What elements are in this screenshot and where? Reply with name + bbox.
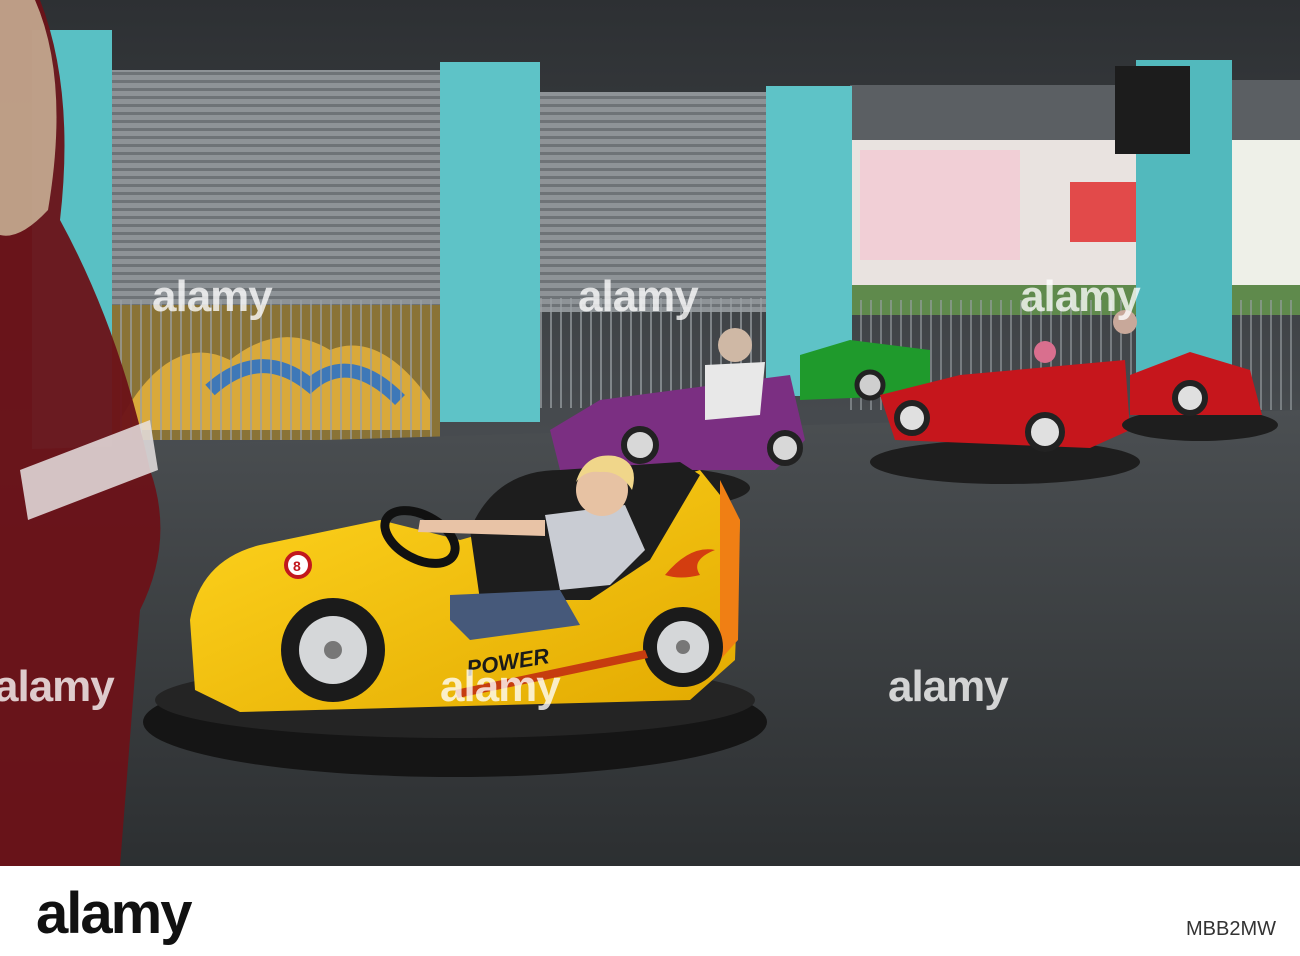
adult-rider [705, 362, 765, 420]
outside-mural [860, 150, 1020, 260]
pillar [440, 62, 540, 422]
bumper-cars-photo: POWER 8 [0, 0, 1300, 866]
red-car-bumper [870, 440, 1140, 484]
outside-sign [1070, 182, 1140, 242]
watermark: alamy [440, 662, 561, 711]
watermark: alamy [1020, 272, 1141, 321]
adult-rider-head [718, 328, 752, 362]
watermark: alamy [888, 662, 1009, 711]
overhead-beam [850, 85, 1140, 145]
watermark: alamy [578, 272, 699, 321]
stock-footer-bar: alamy MBB2MW [0, 866, 1300, 956]
loudspeaker [1115, 66, 1190, 154]
watermark: alamy [152, 272, 273, 321]
outside-opening-right [1232, 140, 1300, 300]
image-id-label: MBB2MW [1186, 918, 1276, 940]
watermark: alamy [0, 662, 115, 711]
stock-photo-page: POWER 8 alamy alamy alamy alamy alamy al… [0, 0, 1300, 956]
footer-brand-logo: alamy [36, 881, 192, 946]
svg-text:8: 8 [293, 558, 301, 574]
child-rider-head [1034, 341, 1056, 363]
